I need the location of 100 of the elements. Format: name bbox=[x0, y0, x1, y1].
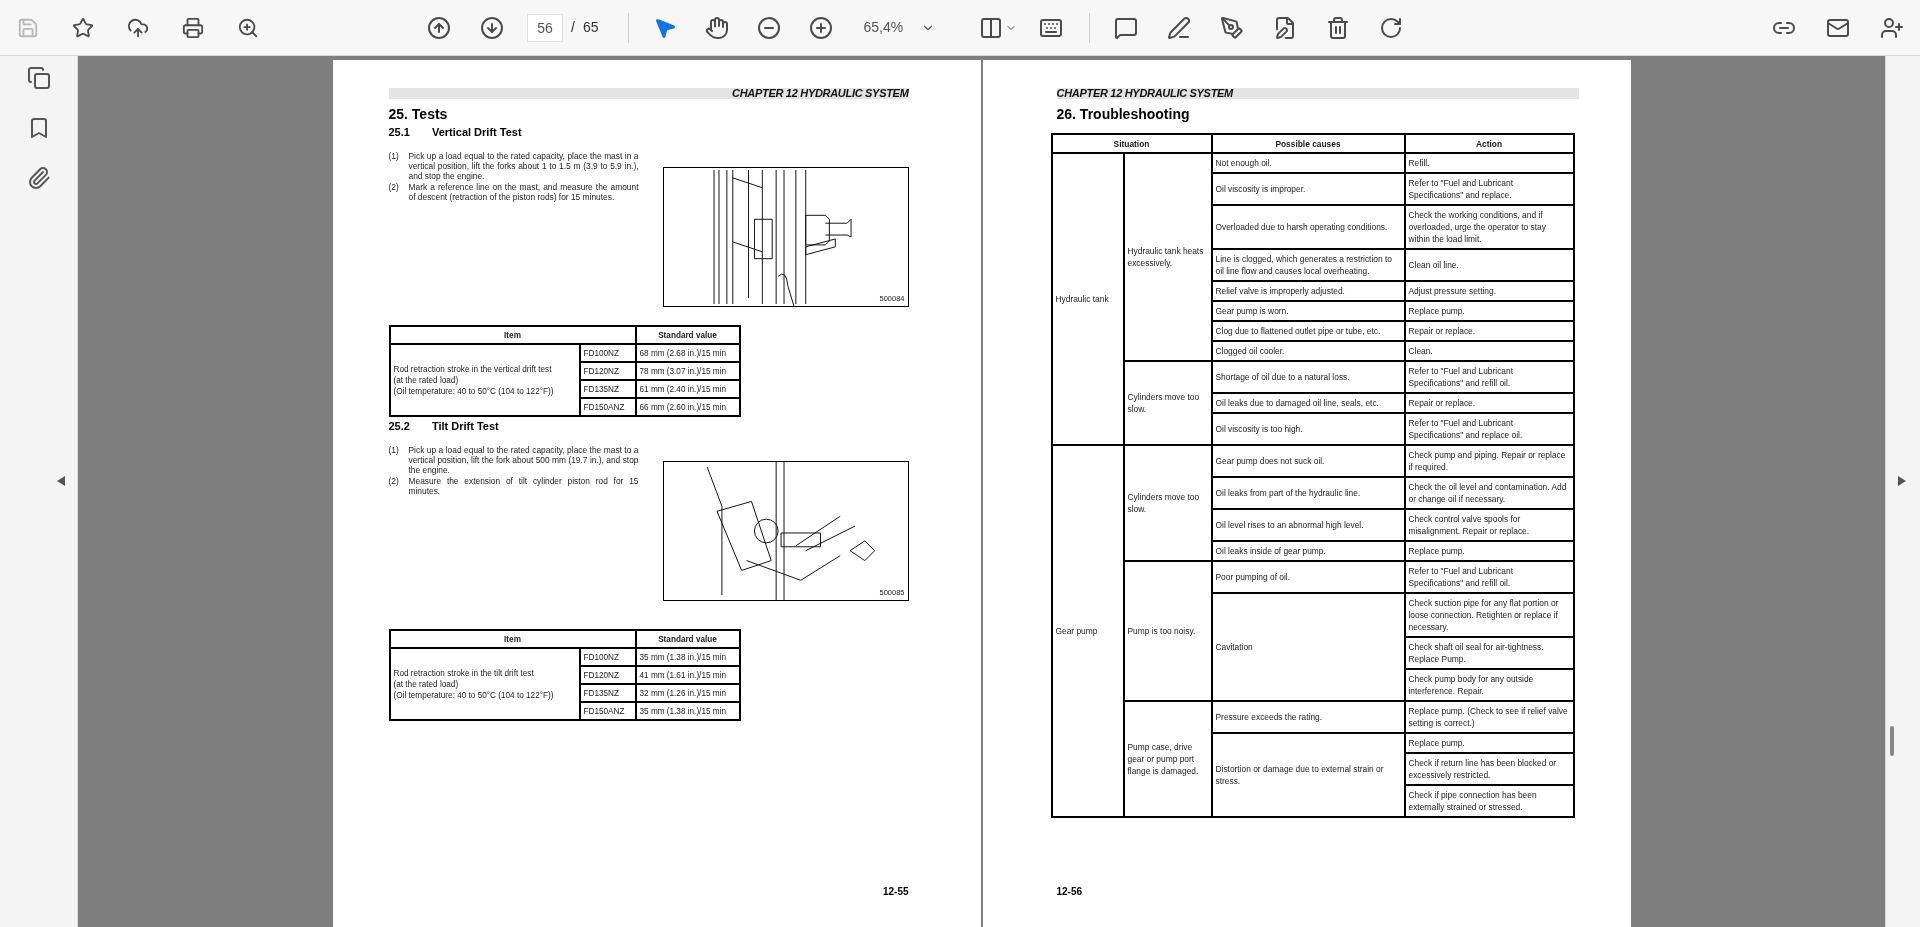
print-icon bbox=[182, 16, 204, 39]
pages-icon bbox=[26, 66, 51, 90]
upload-icon bbox=[127, 16, 149, 39]
table-cell: Refill. bbox=[1404, 153, 1574, 173]
comment-icon bbox=[1114, 15, 1139, 40]
table-cell: 68 mm (2.68 in.)/15 min bbox=[635, 344, 740, 362]
chapter-header: CHAPTER 12 HYDRAULIC SYSTEM bbox=[732, 88, 909, 99]
table-cell: FD120NZ bbox=[579, 666, 636, 684]
table-cell: Replace pump. bbox=[1404, 733, 1574, 753]
table-cell: Replace pump. bbox=[1404, 541, 1574, 561]
zoom-search-icon bbox=[237, 16, 259, 39]
table-cell: Overloaded due to harsh operating conditions. bbox=[1211, 205, 1405, 249]
table-cell: Cylinders move too slow. bbox=[1123, 361, 1212, 445]
step-text: Mark a reference line on the mast, and measure the amount of descent (retraction of the piston rods) for 15 minutes. bbox=[408, 182, 639, 202]
table-cell: Oil leaks inside of gear pump. bbox=[1211, 541, 1405, 561]
rotate-icon bbox=[1379, 15, 1404, 40]
table-cell: Refer to "Fuel and Lubricant Specifications" and replace. bbox=[1404, 173, 1574, 205]
collapse-left-icon[interactable] bbox=[57, 476, 65, 486]
paperclip-icon bbox=[26, 166, 51, 190]
page-total: 65 bbox=[582, 18, 599, 37]
two-page-icon bbox=[979, 15, 1004, 40]
zoom-out-icon bbox=[757, 15, 782, 40]
next-page-icon bbox=[480, 15, 504, 40]
table-cell: 35 mm (1.38 in.)/15 min bbox=[635, 702, 740, 720]
step-text: Pick up a load equal to the rated capacity, place the mast in a vertical position, lift the forks about 1 to 1.5 m (3.9 to 5.9 in.), and stop the engine. bbox=[408, 151, 639, 181]
table-cell: Adjust pressure setting. bbox=[1404, 281, 1574, 301]
table-cell: Rod retraction stroke in the vertical drift test (at the rated load) (Oil temperature: 40 to 50°C (104 to 122°F)) bbox=[389, 344, 580, 416]
table-cell: Poor pumping of oil. bbox=[1211, 561, 1405, 593]
table-cell: Refer to "Fuel and Lubricant Specifications" and refill oil. bbox=[1404, 561, 1574, 593]
table-cell: Check pump and piping. Repair or replace if required. bbox=[1404, 445, 1574, 477]
table-cell: Relief valve is improperly adjusted. bbox=[1211, 281, 1405, 301]
table-cell: Clog due to flattened outlet pipe or tube, etc. bbox=[1211, 321, 1405, 341]
table-header: Possible causes bbox=[1211, 134, 1405, 153]
attachment-button[interactable] bbox=[26, 166, 51, 190]
table-cell: Gear pump is worn. bbox=[1211, 301, 1405, 321]
table-header: Item bbox=[389, 630, 636, 648]
table-cell: Check the oil level and contamination. Add or change oil if necessary. bbox=[1404, 477, 1574, 509]
table-cell: FD150ANZ bbox=[579, 398, 636, 416]
table-cell: Refer to "Fuel and Lubricant Specifications" and replace oil. bbox=[1404, 413, 1574, 445]
table-cell: Refer to "Fuel and Lubricant Specifications" and refill oil. bbox=[1404, 361, 1574, 393]
table-cell: FD100NZ bbox=[579, 648, 636, 666]
table-cell: Distortion or damage due to external strain or stress. bbox=[1211, 733, 1405, 817]
page-folio: 12-56 bbox=[1056, 885, 1084, 899]
page-separator: / bbox=[571, 18, 575, 37]
scrollbar-thumb[interactable] bbox=[1890, 726, 1894, 756]
table-cell: Check if pipe connection has been externally strained or stressed. bbox=[1404, 785, 1574, 817]
table-cell: Pump is too noisy. bbox=[1123, 561, 1212, 701]
table-cell: Check pump body for any outside interference. Repair. bbox=[1404, 669, 1574, 701]
bookmark-star-icon bbox=[72, 16, 94, 39]
table-cell: FD100NZ bbox=[579, 344, 636, 362]
expand-right-icon[interactable] bbox=[1898, 476, 1906, 486]
previous-page-icon bbox=[427, 15, 451, 40]
chapter-header: CHAPTER 12 HYDRAULIC SYSTEM bbox=[1056, 88, 1233, 99]
subsection-heading: Vertical Drift Test bbox=[431, 125, 522, 139]
table-cell: Line is clogged, which generates a restriction to oil line flow and causes local overheating. bbox=[1211, 249, 1405, 281]
table-header: Situation bbox=[1051, 134, 1212, 153]
section-heading: 26. Troubleshooting bbox=[1056, 105, 1191, 123]
table-cell: Oil level rises to an abnormal high level. bbox=[1211, 509, 1405, 541]
table-cell: Not enough oil. bbox=[1211, 153, 1405, 173]
table-cell: FD120NZ bbox=[579, 362, 636, 380]
add-user-icon bbox=[1880, 15, 1904, 40]
table-cell: Oil viscosity is improper. bbox=[1211, 173, 1405, 205]
step-number: (1) bbox=[388, 445, 400, 457]
sign-pen-icon bbox=[1220, 15, 1245, 40]
zoom-dropdown[interactable]: 65,4% bbox=[855, 12, 944, 43]
table-cell: Repair or replace. bbox=[1404, 393, 1574, 413]
hand-icon bbox=[705, 15, 730, 40]
table-cell: 61 mm (2.40 in.)/15 min bbox=[635, 380, 740, 398]
table-header: Standard value bbox=[635, 326, 740, 344]
table-header: Action bbox=[1404, 134, 1574, 153]
step-number: (2) bbox=[388, 476, 400, 488]
page-number-field[interactable]: 56 bbox=[527, 13, 563, 42]
table-cell: 35 mm (1.38 in.)/15 min bbox=[635, 648, 740, 666]
table-cell: Hydraulic tank heats excessively. bbox=[1123, 153, 1212, 361]
section-heading: 25. Tests bbox=[388, 105, 449, 123]
step-number: (2) bbox=[388, 182, 400, 194]
table-cell: Oil viscosity is too high. bbox=[1211, 413, 1405, 445]
step-text: Pick up a load equal to the rated capacity, place the mast to a vertical position, lift the fork about 500 mm (19.7 in.), and stop the engine. bbox=[408, 445, 639, 475]
table-cell: Oil leaks from part of the hydraulic line. bbox=[1211, 477, 1405, 509]
delete-icon bbox=[1326, 15, 1351, 40]
table-cell: Shortage of oil due to a natural loss. bbox=[1211, 361, 1405, 393]
table-cell: Oil leaks due to damaged oil line, seals, etc. bbox=[1211, 393, 1405, 413]
pen-icon bbox=[1167, 15, 1192, 40]
step-text: Measure the extension of tilt cylinder piston rod for 15 minutes. bbox=[408, 476, 639, 496]
table-cell: Pressure exceeds the rating. bbox=[1211, 701, 1405, 733]
subsection-number: 25.2 bbox=[388, 419, 410, 433]
table-cell: Pump case, drive gear or pump port flange is damaged. bbox=[1123, 701, 1212, 817]
table-cell: Gear pump does not suck oil. bbox=[1211, 445, 1405, 477]
table-cell: Rod retraction stroke in the tilt drift test (at the rated load) (Oil temperature: 40 to 50°C (104 to 122°F)) bbox=[389, 648, 580, 720]
subsection-number: 25.1 bbox=[388, 125, 410, 139]
table-cell: FD135NZ bbox=[579, 684, 636, 702]
table-cell: 32 mm (1.26 in.)/15 min bbox=[635, 684, 740, 702]
table-cell: Check if return line has been blocked or excessively restricted. bbox=[1404, 753, 1574, 785]
pages-thumbnail-button[interactable] bbox=[26, 66, 51, 90]
step-number: (1) bbox=[388, 151, 400, 163]
table-cell: Check suction pipe for any flat portion or loose connection. Retighten or replace if necessary. bbox=[1404, 593, 1574, 637]
table-cell: 78 mm (3.07 in.)/15 min bbox=[635, 362, 740, 380]
page-layout-button[interactable] bbox=[979, 15, 1018, 40]
table-cell: Clean. bbox=[1404, 341, 1574, 361]
page-folio: 12-55 bbox=[881, 885, 909, 899]
